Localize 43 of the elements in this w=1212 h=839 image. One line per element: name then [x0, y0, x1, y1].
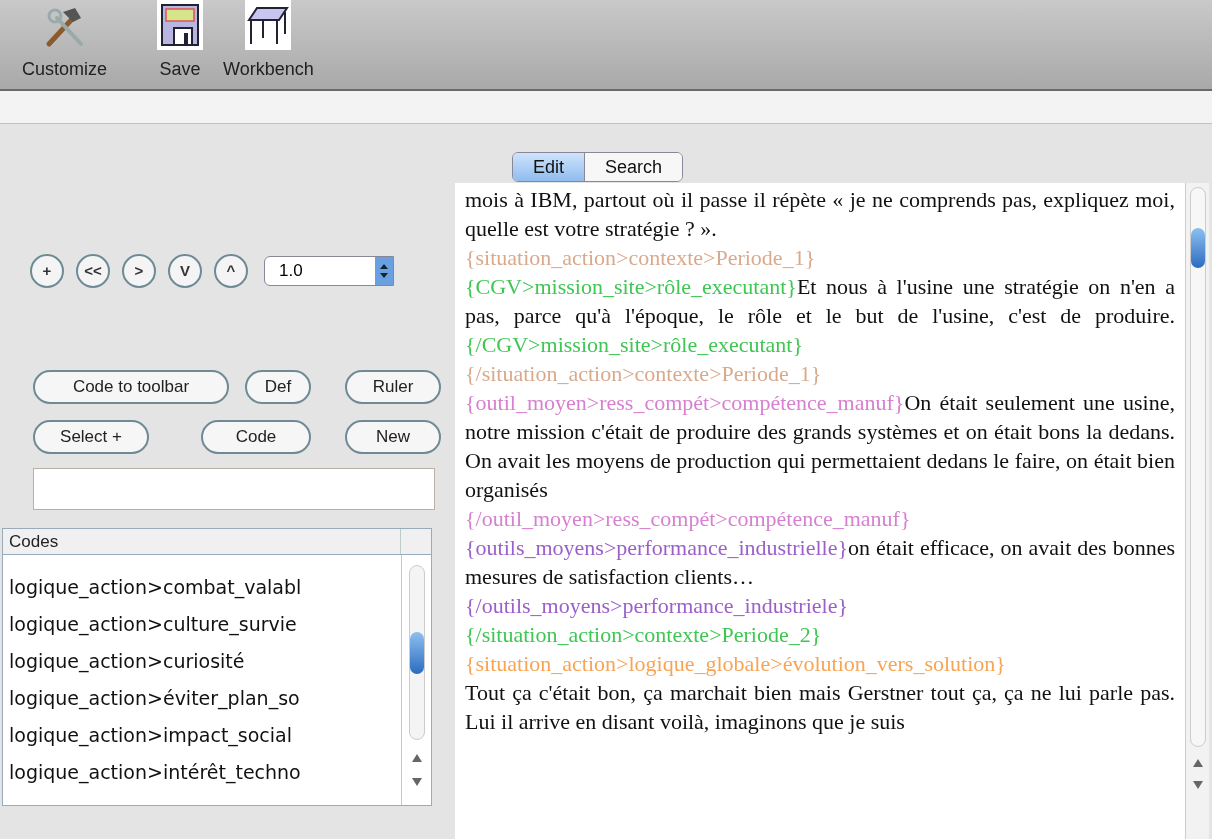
document-paragraph: {outil_moyen>ress_compét>compétence_manuf}On était seulement une usine, notre mission c'était de produire des grands systèmes et on était bons la dedans. On avait les moyens de production qui permettaient dedans le faire, on était bien organisés [465, 389, 1175, 504]
document-paragraph: {/situation_action>contexte>Periode_2} [465, 621, 823, 649]
document-paragraph: {/situation_action>contexte>Periode_1} [465, 360, 823, 388]
scroll-down-icon[interactable] [1192, 781, 1203, 789]
stepper-icon [380, 263, 388, 279]
pill-button[interactable]: Code [201, 420, 311, 454]
pill-button[interactable]: Select + [33, 420, 149, 454]
code-list-item[interactable]: logique_action>impact_social [9, 717, 401, 754]
round-button[interactable]: + [30, 254, 64, 288]
toolbar-button[interactable]: Save [153, 0, 208, 83]
document-paragraph: {situation_action>logique_globale>évolution_vers_solution} [465, 650, 1007, 678]
document-paragraph: {/outils_moyens>performance_industriele} [465, 592, 849, 620]
document-paragraph: {CGV>mission_site>rôle_executant}Et nous à l'usine une stratégie on n'en a pas, parce qu'à l'époque, le rôle et le but de l'usine, c'est de produire. {/CGV>mission_site>rôle_executant} [465, 273, 1175, 359]
toolbar-button[interactable]: Workbench [219, 0, 318, 83]
pill-button[interactable]: Code to toolbar [33, 370, 229, 404]
round-button[interactable]: V [168, 254, 202, 288]
code-list-item[interactable]: logique_action>intérêt_techno [9, 754, 401, 791]
round-button[interactable]: ^ [214, 254, 248, 288]
workbench-icon [245, 0, 292, 50]
code-list-item[interactable]: logique_action>combat_valabl [9, 569, 401, 606]
code-list-item[interactable]: logique_action>éviter_plan_so [9, 680, 401, 717]
document-paragraph: mois à IBM, partout où il passe il répète « je ne comprends pas, expliquez moi, quelle est votre stratégie ? ». [465, 186, 1175, 243]
toolbar-button[interactable]: Customize [18, 4, 112, 83]
scroll-up-icon[interactable] [411, 754, 422, 762]
scroll-up-icon[interactable] [1192, 759, 1203, 767]
round-button[interactable]: << [76, 254, 110, 288]
code-list-item[interactable]: logique_action>curiosité [9, 643, 401, 680]
pill-button[interactable]: New [345, 420, 441, 454]
document-paragraph: Tout ça c'était bon, ça marchait bien mais Gerstner tout ça, ça ne lui parle pas. Lui il arrive en disant voilà, imaginons que je suis [465, 679, 1175, 736]
tab[interactable]: Search [585, 153, 683, 181]
pill-button[interactable]: Ruler [345, 370, 441, 404]
document-paragraph: {situation_action>contexte>Periode_1} [465, 244, 817, 272]
tab[interactable]: Edit [513, 153, 586, 181]
scroll-down-icon[interactable] [411, 778, 422, 786]
code-input-field[interactable] [33, 468, 435, 510]
pill-button[interactable]: Def [245, 370, 311, 404]
document-paragraph: {outils_moyens>performance_industrielle}on était efficace, on avait des bonnes mesures de satisfaction clients… [465, 534, 1175, 591]
code-list-item[interactable]: logique_action>culture_survie [9, 606, 401, 643]
scale-select[interactable]: 1.0 [264, 256, 394, 286]
document-paragraph: {/outil_moyen>ress_compét>compétence_manuf} [465, 505, 912, 533]
scroll-thumb[interactable] [409, 631, 424, 674]
scroll-thumb[interactable] [1190, 228, 1205, 268]
round-button[interactable]: > [122, 254, 156, 288]
